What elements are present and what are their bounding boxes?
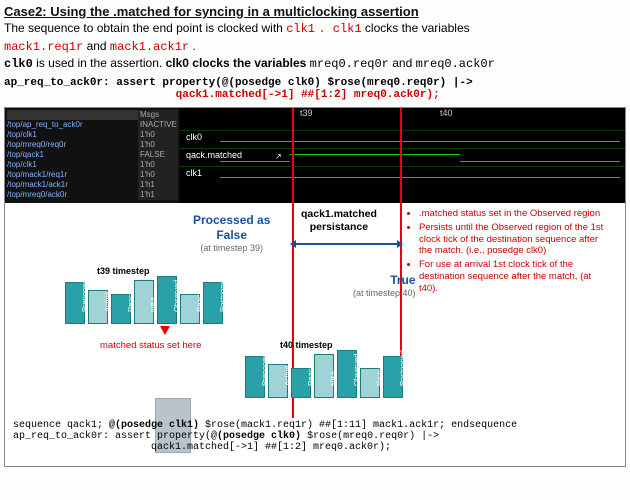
bullet-list: .matched status set in the Observed regi… <box>405 208 610 297</box>
persist-t: qack1.matched <box>301 208 377 221</box>
matched-arrow: ↗ <box>275 152 282 161</box>
bc3: qack1.matched[->1] ##[1:2] mreq0.ack0r); <box>13 442 391 453</box>
stage-observed: Observed <box>337 350 357 398</box>
clk0b: clk0 <box>166 56 189 70</box>
stage-active: Active <box>268 364 288 398</box>
assert-cont: qack1.matched[->1] ##[1:2] mreq0.ack0r); <box>4 89 440 101</box>
bc1a: sequence qack1; <box>13 420 109 431</box>
stage-active: Active <box>88 290 108 324</box>
v3: mreq0.req0r <box>310 57 389 71</box>
bc2c: $rose(mreq0.req0r) |-> <box>301 431 439 442</box>
bc1c: $rose(mack1.req1r) ##[1:11] mack1.ack1r;… <box>199 420 517 431</box>
stage-postponed: Postponed <box>383 356 403 398</box>
period: . <box>192 39 195 53</box>
bullet-1: .matched status set in the Observed regi… <box>419 208 610 220</box>
assert-code: ap_req_to_ack0r: assert property(@(posed… <box>4 77 626 101</box>
dot: . <box>318 22 332 36</box>
msgs-hdr: Msgs <box>138 110 178 120</box>
tree-row: /top/mack1/req1r1'h0 <box>7 170 178 180</box>
sig-clk1: clk1 <box>186 168 202 178</box>
processed-false: Processed as False (at timestep 39) <box>193 213 270 254</box>
stage-reactive: Reactive <box>360 368 380 398</box>
and: and <box>87 39 110 53</box>
bc2b: (posedge clk0) <box>217 431 301 442</box>
clk0a: clk0 <box>4 57 33 71</box>
bullet-3: For use at arrival 1st clock tick of the… <box>419 259 610 295</box>
and2: and <box>392 56 415 70</box>
persist-s: persistance <box>301 221 377 234</box>
txt: clocks the variables <box>192 56 309 70</box>
bc2a: ap_req_to_ack0r: assert property(@ <box>13 431 217 442</box>
persist-label: qack1.matched persistance <box>301 208 377 234</box>
stage-nba: NBA <box>314 354 334 398</box>
tree-row: /top/mack1/ack1r1'h1 <box>7 180 178 190</box>
var1: mack1.req1r <box>4 40 83 54</box>
assert-pre: ap_req_to_ack0r: assert property(@(posed… <box>4 77 473 89</box>
pf2: False <box>193 228 270 243</box>
stage-nba: NBA <box>134 280 154 324</box>
tree-row: /top/clk11'h0 <box>7 160 178 170</box>
stage-preponed: Preponed <box>245 356 265 398</box>
arrow-set-here <box>160 326 170 335</box>
stage-reactive: Reactive <box>111 294 131 324</box>
bottom-code: sequence qack1; @(posedge clk1) $rose(ma… <box>13 420 517 453</box>
bullet-2: Persists until the Observed region of th… <box>419 222 610 258</box>
clk1-b: clk1 <box>333 22 362 36</box>
stage-preponed: Preponed <box>65 282 85 324</box>
intro-line-vars: mack1.req1r and mack1.ack1r . <box>4 39 626 56</box>
sig-matched: qack.matched <box>186 150 242 160</box>
wave-signal-tree: Msgs /top/ap_req_to_ack0rINACTIVE/top/cl… <box>5 108 180 203</box>
bc1b: @(posedge clk1) <box>109 420 199 431</box>
sig-clk0: clk0 <box>186 132 202 142</box>
time-t39: t39 <box>300 108 313 118</box>
clk1-a: clk1 <box>286 22 315 36</box>
tree-row: /top/mreq0/req0r1'h0 <box>7 140 178 150</box>
stage-reactive: Reactive <box>291 368 311 398</box>
txt: is used in the assertion. <box>36 56 165 70</box>
matched-here-label: matched status set here <box>100 340 201 352</box>
persist-range-arrow <box>295 243 398 245</box>
tree-row: /top/mreq0/ack0r1'h1 <box>7 190 178 200</box>
waveform-area: t39 t40 clk0 qack.matched ↗ clk1 <box>180 108 625 203</box>
stages-t40: PreponedActiveReactiveNBAObservedReactiv… <box>245 350 403 398</box>
txt: The sequence to obtain the end point is … <box>4 21 286 35</box>
tree-row: /top/ap_req_to_ack0rINACTIVE <box>7 120 178 130</box>
var2: mack1.ack1r <box>110 40 189 54</box>
marker-t40 <box>400 108 402 358</box>
tree-row: /top/clk11'h0 <box>7 130 178 140</box>
txt: clocks the variables <box>365 21 470 35</box>
stage-reactive: Reactive <box>180 294 200 324</box>
v4: mreq0.ack0r <box>416 57 495 71</box>
diagram-frame: Msgs /top/ap_req_to_ack0rINACTIVE/top/cl… <box>4 107 626 467</box>
pf1: Processed as <box>193 213 270 228</box>
intro-line-2: clk0 is used in the assertion. clk0 cloc… <box>4 56 626 73</box>
intro-line-1: The sequence to obtain the end point is … <box>4 21 626 38</box>
stage-postponed: Postponed <box>203 282 223 324</box>
time-t40: t40 <box>440 108 453 118</box>
tree-row: /top/qack1FALSE <box>7 150 178 160</box>
stage-observed: Observed <box>157 276 177 324</box>
case-title: Case2: Using the .matched for syncing in… <box>4 4 626 19</box>
stages-t39: PreponedActiveReactiveNBAObservedReactiv… <box>65 276 223 324</box>
pf3: (at timestep 39) <box>193 243 270 254</box>
